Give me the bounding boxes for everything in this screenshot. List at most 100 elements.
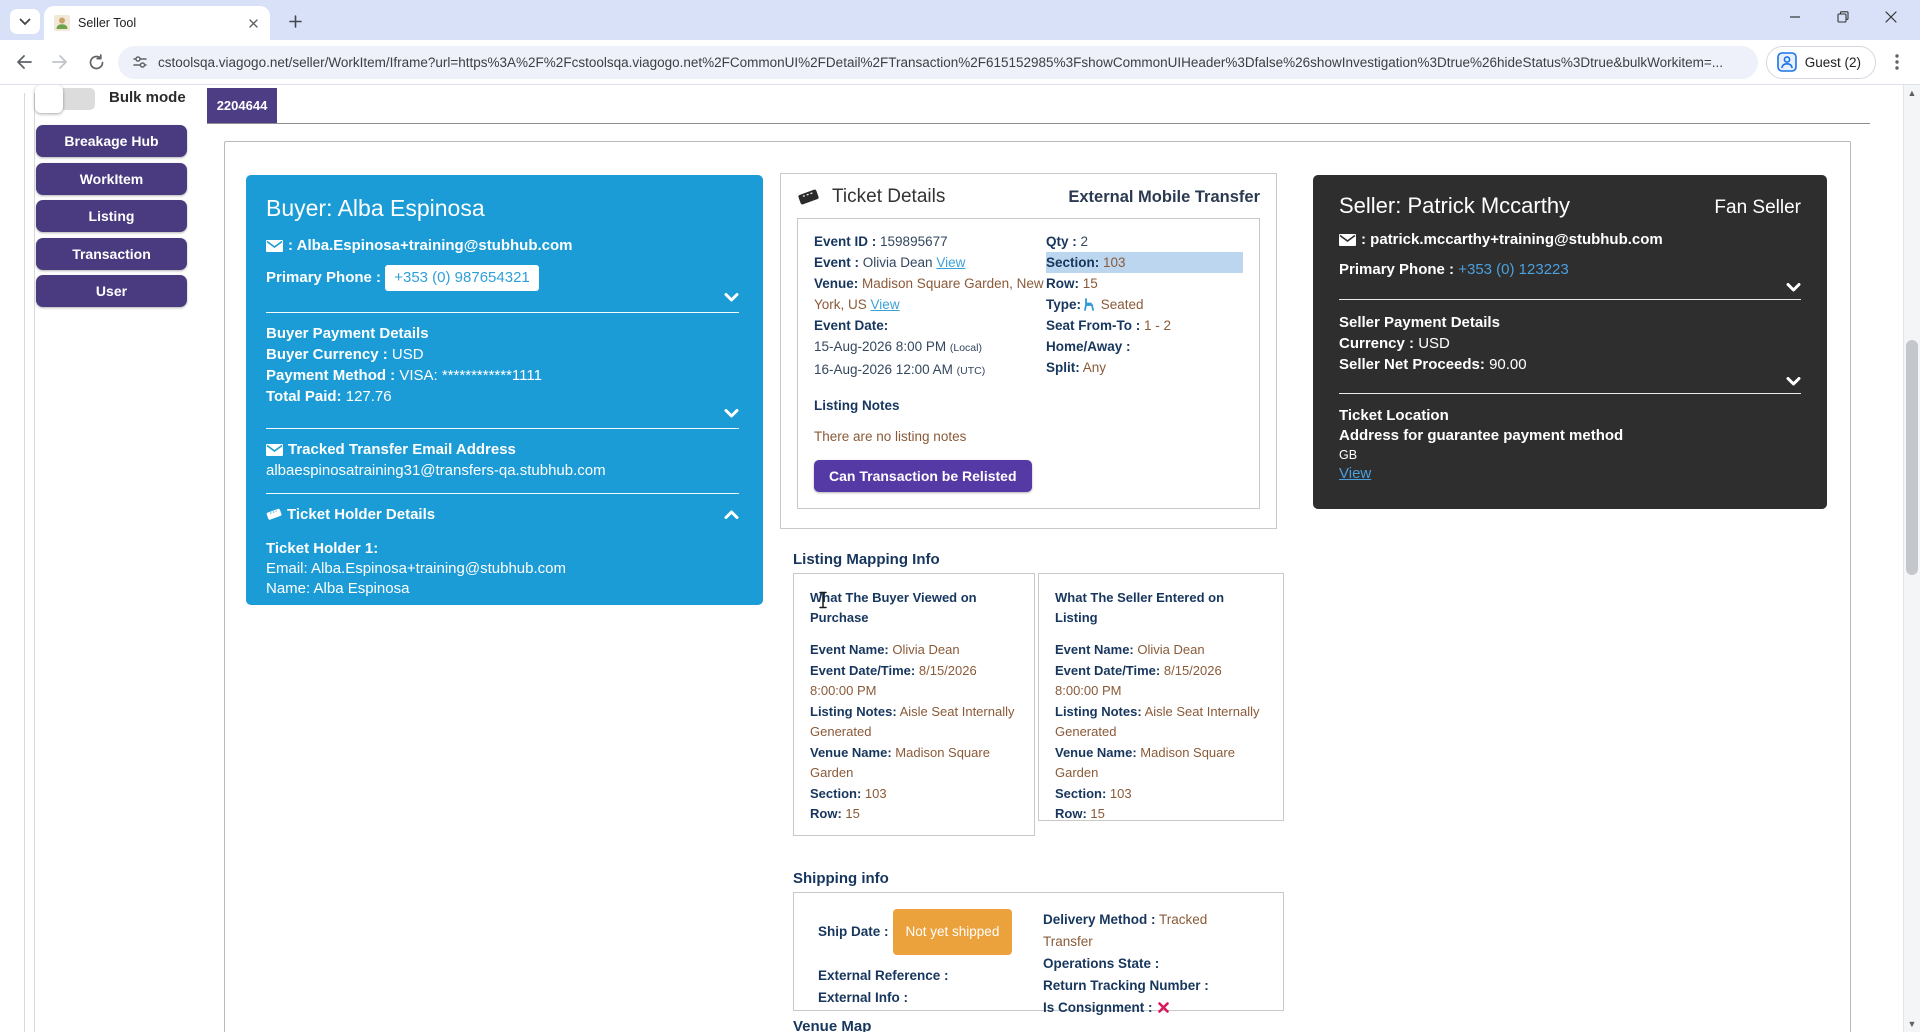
text-cursor — [818, 591, 828, 609]
ticket-holder-heading: Ticket Holder Details — [287, 506, 435, 523]
ticket-holder-collapse-button[interactable] — [724, 510, 739, 519]
split-row: Split: Any — [1046, 357, 1243, 378]
seller-country: GB — [1339, 446, 1801, 464]
seller-payment-collapse-button[interactable] — [1786, 377, 1801, 386]
divider — [266, 428, 739, 429]
buyer-total-paid-label: Total Paid: — [266, 388, 342, 405]
new-tab-button[interactable] — [282, 9, 308, 33]
qty-row: Qty : 2 — [1046, 231, 1243, 252]
browser-tab-strip: Seller Tool — [0, 0, 1920, 40]
reload-button[interactable] — [82, 48, 110, 76]
is-consignment-label: Is Consignment : — [1043, 1000, 1153, 1015]
seller-tool-favicon-icon — [54, 15, 70, 31]
sidebar-item-workitem[interactable]: WorkItem — [36, 163, 187, 195]
tab-title: Seller Tool — [78, 16, 244, 30]
buyer-card: Buyer: Alba Espinosa : Alba.Espinosa+tra… — [246, 175, 763, 605]
sidebar-item-user[interactable]: User — [36, 275, 187, 307]
browser-tab-seller-tool[interactable]: Seller Tool — [44, 6, 270, 40]
ticket-holder-email: Email: Alba.Espinosa+training@stubhub.co… — [266, 559, 739, 579]
row-row: Row: 15 — [1046, 273, 1243, 294]
event-label: Event : — [814, 255, 859, 270]
section-row: Section: 103 — [1046, 252, 1243, 273]
scrollbar-thumb[interactable] — [1906, 340, 1918, 575]
seller-entered-box: What The Seller Entered on Listing Event… — [1038, 573, 1284, 821]
ticket-details-header: Ticket Details External Mobile Transfer — [781, 174, 1276, 218]
event-view-link[interactable]: View — [936, 255, 965, 270]
tab-close-button[interactable] — [244, 14, 262, 32]
external-info-label: External Info : — [818, 987, 1043, 1009]
mapping-row: Venue Name: Madison Square Garden — [1055, 743, 1267, 784]
seller-address-view-link[interactable]: View — [1339, 465, 1371, 482]
mapping-row: Section: 103 — [1055, 784, 1267, 805]
event-date-utc-suffix: (UTC) — [957, 365, 986, 377]
seller-currency-label: Currency : — [1339, 335, 1414, 352]
close-icon — [249, 19, 258, 28]
seller-net-proceeds-row: Seller Net Proceeds: 90.00 — [1339, 354, 1801, 375]
sidebar-item-transaction[interactable]: Transaction — [36, 238, 187, 270]
profile-button[interactable]: Guest (2) — [1766, 46, 1876, 79]
event-date-local-row: 15-Aug-2026 8:00 PM (Local) — [814, 336, 1046, 359]
event-name-value: Olivia Dean — [863, 255, 933, 270]
home-away-label: Home/Away : — [1046, 336, 1243, 357]
sidebar-item-listing[interactable]: Listing — [36, 200, 187, 232]
seller-phone-value[interactable]: +353 (0) 123223 — [1458, 261, 1569, 278]
window-close-button[interactable] — [1880, 6, 1902, 28]
seller-card: Seller: Patrick Mccarthy Fan Seller : pa… — [1313, 175, 1827, 509]
buyer-email-row: : Alba.Espinosa+training@stubhub.com — [266, 235, 739, 257]
ship-status-badge: Not yet shipped — [893, 909, 1013, 955]
minimize-icon — [1789, 11, 1801, 23]
back-arrow-icon — [15, 54, 33, 70]
seller-net-proceeds-value: 90.00 — [1489, 356, 1527, 373]
seat-range-value: 1 - 2 — [1144, 318, 1171, 333]
workitem-number-tab[interactable]: 2204644 — [207, 88, 277, 123]
event-details-column: Event ID : 159895677 Event : Olivia Dean… — [814, 231, 1046, 382]
buyer-payment-collapse-button[interactable] — [724, 409, 739, 418]
sidebar-item-breakage-hub[interactable]: Breakage Hub — [36, 125, 187, 157]
mapping-row: Row: 15 — [810, 804, 1018, 825]
back-button[interactable] — [10, 48, 38, 76]
ticket-location-heading: Ticket Location — [1339, 406, 1801, 426]
profile-label: Guest (2) — [1805, 55, 1861, 70]
can-transaction-be-relisted-button[interactable]: Can Transaction be Relisted — [814, 460, 1032, 492]
shipping-info-box: Ship Date :Not yet shipped External Refe… — [793, 892, 1284, 1011]
url-bar[interactable]: cstoolsqa.viagogo.net/seller/WorkItem/If… — [118, 46, 1758, 79]
bulk-mode-toggle[interactable] — [37, 88, 95, 110]
chevron-down-icon — [724, 409, 739, 418]
forward-button[interactable] — [46, 48, 74, 76]
buyer-currency-label: Buyer Currency : — [266, 346, 388, 363]
ticket-icon — [266, 507, 282, 521]
window-minimize-button[interactable] — [1784, 6, 1806, 28]
bulk-mode-label: Bulk mode — [109, 89, 186, 106]
venue-view-link[interactable]: View — [871, 297, 900, 312]
buyer-title: Buyer: Alba Espinosa — [266, 193, 739, 223]
event-date-local-suffix: (Local) — [950, 342, 982, 354]
seller-email: : patrick.mccarthy+training@stubhub.com — [1361, 231, 1663, 248]
delivery-method-row: Delivery Method : Tracked Transfer — [1043, 909, 1259, 953]
buyer-contact-collapse-button[interactable] — [724, 293, 739, 302]
mapping-row: Event Name: Olivia Dean — [1055, 640, 1267, 661]
row-label: Row: — [1046, 276, 1079, 291]
buyer-total-paid-row: Total Paid: 127.76 — [266, 386, 739, 407]
browser-menu-button[interactable] — [1884, 48, 1910, 76]
seller-contact-collapse-button[interactable] — [1786, 283, 1801, 292]
scrollbar-down-arrow[interactable]: ▼ — [1904, 1019, 1920, 1029]
mapping-row: Venue Name: Madison Square Garden — [810, 743, 1018, 784]
is-consignment-row: Is Consignment : — [1043, 997, 1259, 1019]
window-controls — [1784, 0, 1914, 34]
envelope-icon — [266, 240, 283, 252]
seller-entered-title: What The Seller Entered on Listing — [1055, 588, 1267, 628]
scrollbar-up-arrow[interactable]: ▲ — [1904, 88, 1920, 98]
tracked-transfer-email: albaespinosatraining31@transfers-qa.stub… — [266, 460, 739, 481]
buyer-phone-value[interactable]: +353 (0) 987654321 — [385, 265, 539, 291]
divider — [1339, 299, 1801, 300]
ship-date-row: Ship Date :Not yet shipped — [818, 909, 1043, 955]
listing-mapping-heading: Listing Mapping Info — [793, 551, 940, 568]
tab-list-chevron-button[interactable] — [10, 9, 40, 34]
mapping-row: Row: 15 — [1055, 804, 1267, 825]
window-restore-button[interactable] — [1832, 6, 1854, 28]
buyer-payment-method-value: VISA: ************1111 — [399, 367, 542, 384]
event-date-label: Event Date: — [814, 315, 1046, 336]
buyer-payment-method-row: Payment Method : VISA: ************1111 — [266, 365, 739, 386]
shipping-left-column: Ship Date :Not yet shipped External Refe… — [818, 909, 1043, 1019]
chevron-down-icon — [724, 293, 739, 302]
